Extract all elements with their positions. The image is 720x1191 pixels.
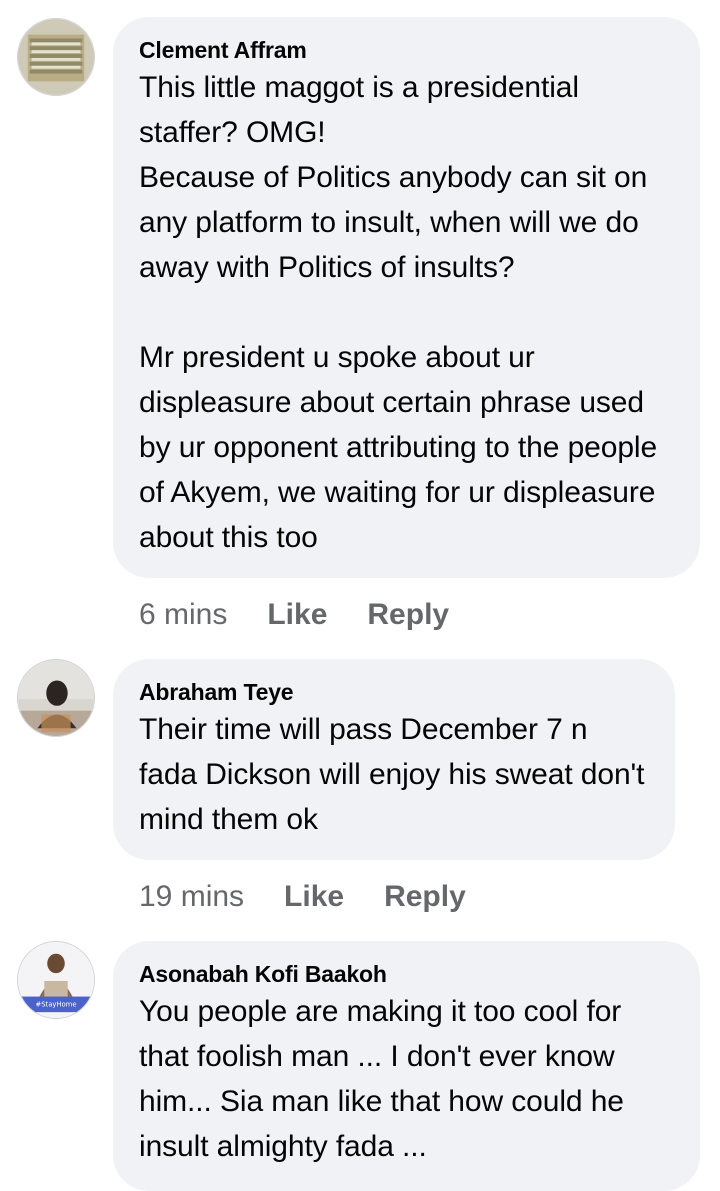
reply-button[interactable]: Reply	[367, 598, 449, 632]
comment-timestamp[interactable]: 19 mins	[139, 880, 244, 914]
comment-bubble: Asonabah Kofi Baakoh You people are maki…	[113, 941, 700, 1191]
comment-meta: 6 mins Like Reply	[139, 595, 449, 635]
comment-bubble: Clement Affram This little maggot is a p…	[113, 17, 700, 578]
stayhome-caption: #StayHome	[35, 1000, 76, 1008]
comment-meta: 19 mins Like Reply	[139, 877, 466, 917]
reply-button[interactable]: Reply	[384, 880, 466, 914]
comment-text: Their time will pass December 7 n fada D…	[139, 713, 645, 836]
comment-author[interactable]: Asonabah Kofi Baakoh	[139, 959, 676, 989]
comment-text: This little maggot is a presidential sta…	[139, 71, 658, 554]
avatar[interactable]	[17, 659, 95, 737]
like-button[interactable]: Like	[284, 880, 344, 914]
avatar[interactable]: #StayHome	[17, 941, 95, 1019]
comment-timestamp[interactable]: 6 mins	[139, 598, 227, 632]
comment-author[interactable]: Abraham Teye	[139, 677, 651, 707]
comment-bubble: Abraham Teye Their time will pass Decemb…	[113, 659, 675, 860]
comment-text: You people are making it too cool for th…	[139, 995, 624, 1163]
avatar[interactable]	[17, 18, 95, 96]
like-button[interactable]: Like	[267, 598, 327, 632]
comment-author[interactable]: Clement Affram	[139, 35, 676, 65]
